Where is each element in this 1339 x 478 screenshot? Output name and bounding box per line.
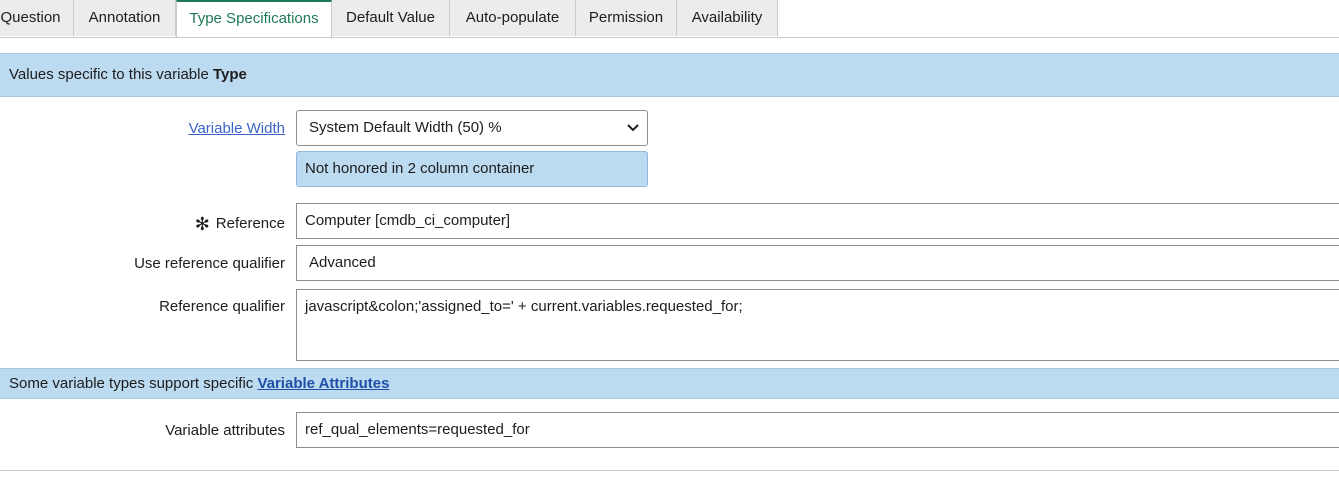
tab-permission[interactable]: Permission — [576, 0, 677, 36]
tab-question[interactable]: Question — [0, 0, 74, 36]
tab-availability[interactable]: Availability — [677, 0, 778, 36]
tab-auto-populate[interactable]: Auto-populate — [450, 0, 576, 36]
tab-bar: Question Annotation Type Specifications … — [0, 0, 1339, 38]
type-section-header-bold: Type — [213, 66, 247, 83]
variable-width-select[interactable]: System Default Width (50) % — [296, 110, 648, 146]
tab-default-value[interactable]: Default Value — [332, 0, 450, 36]
variable-attributes-value: ref_qual_elements=requested_for — [305, 421, 530, 438]
variable-attributes-input[interactable]: ref_qual_elements=requested_for — [296, 412, 1339, 448]
variable-width-label[interactable]: Variable Width — [189, 119, 285, 139]
use-reference-qualifier-select[interactable]: Advanced — [296, 245, 1339, 281]
use-reference-qualifier-label: Use reference qualifier — [134, 255, 285, 272]
variable-width-info: Not honored in 2 column container — [296, 151, 648, 187]
chevron-down-icon — [627, 124, 639, 132]
variable-attributes-link[interactable]: Variable Attributes — [257, 375, 389, 392]
reference-input[interactable]: Computer [cmdb_ci_computer] — [296, 203, 1339, 239]
variable-width-info-text: Not honored in 2 column container — [305, 160, 535, 177]
reference-qualifier-label: Reference qualifier — [159, 298, 285, 315]
required-icon: ✻ — [194, 214, 210, 234]
reference-qualifier-textarea[interactable]: javascript&colon;'assigned_to=' + curren… — [296, 289, 1339, 361]
reference-label-group: ✻ Reference — [195, 212, 285, 234]
use-reference-qualifier-value: Advanced — [309, 254, 376, 271]
tab-type-specifications[interactable]: Type Specifications — [176, 0, 332, 37]
type-section-header-text: Values specific to this variable — [9, 66, 213, 83]
form-bottom-divider — [0, 470, 1339, 471]
variable-width-value: System Default Width (50) % — [309, 119, 502, 136]
variable-attributes-label: Variable attributes — [165, 422, 285, 439]
reference-qualifier-value: javascript&colon;'assigned_to=' + curren… — [305, 298, 743, 315]
attributes-section-header: Some variable types support specific Var… — [0, 368, 1339, 399]
type-section-header: Values specific to this variable Type — [0, 53, 1339, 97]
tab-annotation[interactable]: Annotation — [74, 0, 176, 36]
reference-label: Reference — [215, 215, 285, 232]
attributes-section-header-text: Some variable types support specific — [9, 375, 258, 392]
reference-value: Computer [cmdb_ci_computer] — [305, 212, 511, 229]
